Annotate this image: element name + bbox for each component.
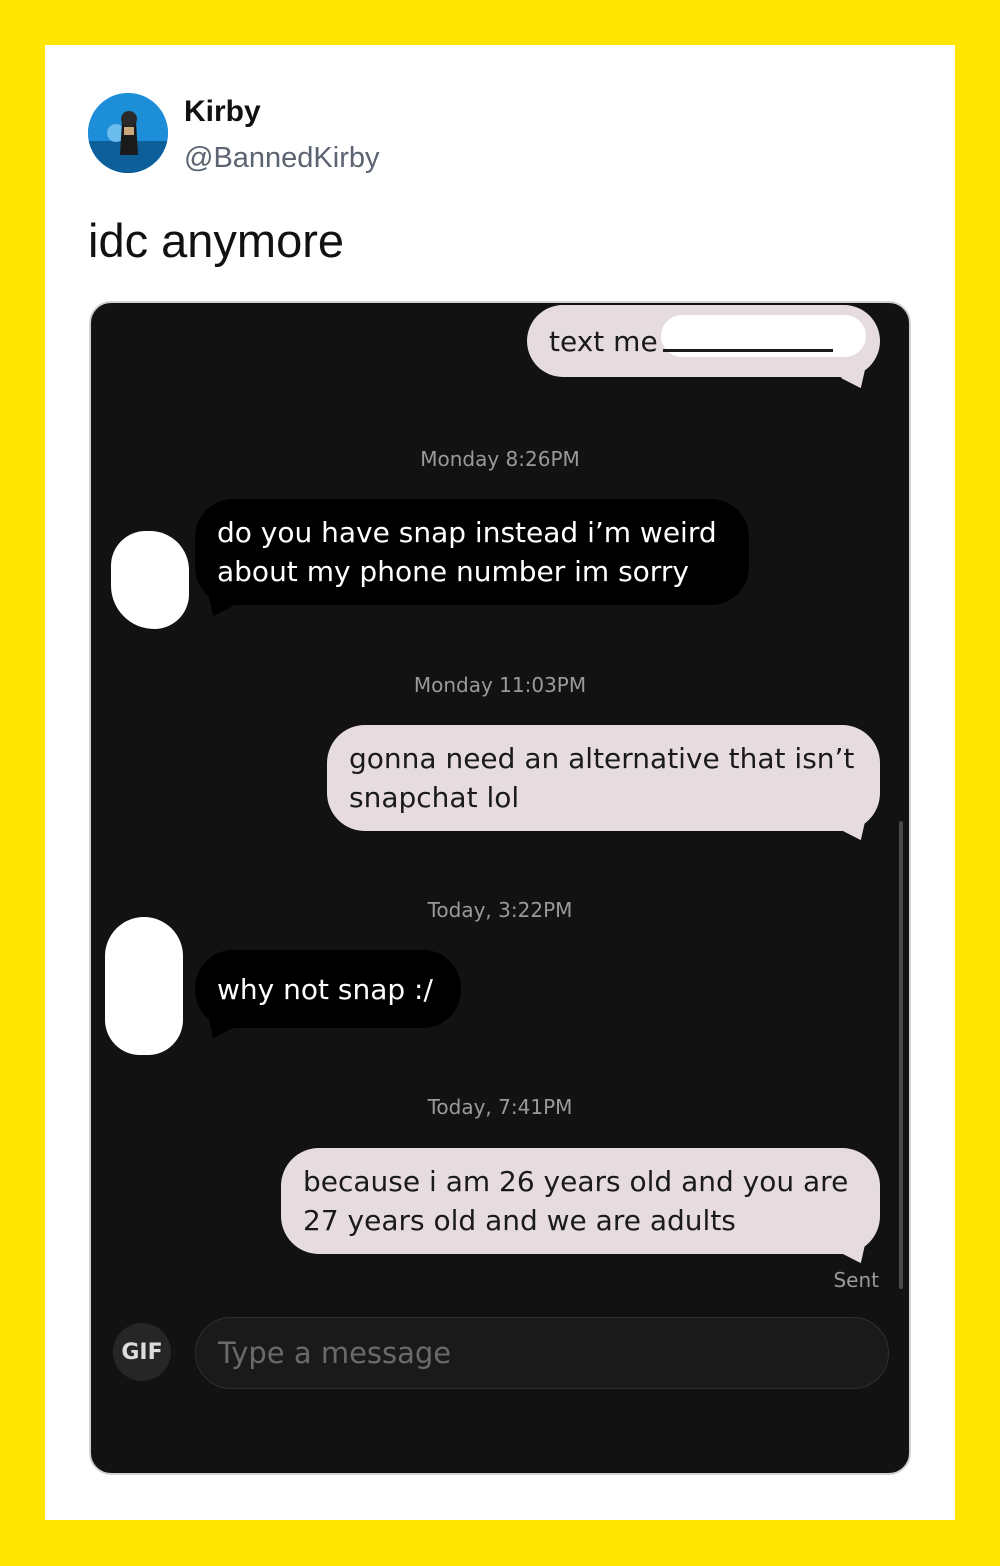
timestamp: Today, 3:22PM [427, 898, 573, 922]
message-input[interactable] [195, 1317, 889, 1389]
timestamp: Monday 11:03PM [413, 673, 587, 697]
sent-status: Sent [833, 1268, 879, 1292]
gif-icon: GIF [121, 1339, 163, 1365]
message-text: text me [549, 324, 658, 358]
scrollbar[interactable] [899, 821, 903, 1289]
message-bubble-incoming: do you have snap instead i’m weird about… [195, 499, 749, 605]
message-text: gonna need an alternative that isn’t sna… [349, 742, 855, 814]
redacted-avatar [111, 531, 189, 629]
timestamp: Monday 8:26PM [420, 447, 580, 471]
message-text: do you have snap instead i’m weird about… [217, 516, 717, 588]
redacted-avatar [105, 917, 183, 1055]
author-name[interactable]: Kirby [184, 95, 261, 129]
message-text: because i am 26 years old and you are 27… [303, 1165, 849, 1237]
tweet-card: Kirby @BannedKirby idc anymore text me M… [45, 45, 955, 1520]
author-handle[interactable]: @BannedKirby [184, 142, 380, 175]
gif-button[interactable]: GIF [113, 1323, 171, 1381]
timestamp: Today, 7:41PM [427, 1095, 573, 1119]
message-bubble-incoming: why not snap :/ [195, 950, 461, 1028]
redacted-underline [663, 349, 833, 352]
chat-screenshot: text me Monday 8:26PM do you have snap i… [89, 301, 911, 1475]
profile-avatar-icon [88, 93, 168, 173]
tweet-text: idc anymore [88, 214, 344, 267]
message-bubble-outgoing: gonna need an alternative that isn’t sna… [327, 725, 880, 831]
message-bubble-outgoing: because i am 26 years old and you are 27… [281, 1148, 880, 1254]
author-avatar[interactable] [88, 93, 168, 173]
message-text: why not snap :/ [217, 972, 433, 1006]
